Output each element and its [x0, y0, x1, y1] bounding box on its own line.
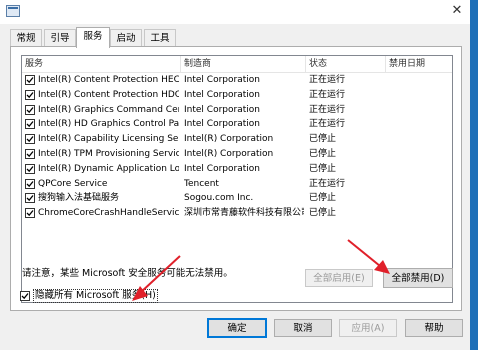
service-name: Intel(R) HD Graphics Control Pan... — [38, 119, 179, 130]
service-checkbox[interactable] — [25, 119, 35, 130]
service-manufacturer: Intel Corporation — [184, 75, 260, 85]
service-status: 已停止 — [309, 208, 337, 219]
service-disabled-date — [389, 206, 449, 221]
column-header-disabled-date[interactable]: 禁用日期 — [386, 56, 451, 72]
service-manufacturer: Intel Corporation — [184, 104, 260, 115]
service-checkbox[interactable] — [25, 163, 35, 174]
system-configuration-window: ✕ 常规 引导 服务 启动 工具 服务 制造商 状态 禁用日期 Intel(R)… — [0, 0, 471, 350]
hide-microsoft-services-checkbox[interactable] — [20, 291, 30, 301]
checkmark-icon — [26, 210, 34, 217]
checkmark-icon — [26, 106, 34, 113]
title-bar: ✕ — [0, 0, 470, 24]
service-manufacturer: Intel Corporation — [184, 119, 260, 130]
service-name: QPCore Service — [38, 178, 108, 189]
service-row[interactable]: Intel(R) Dynamic Application Loa... Intel… — [22, 162, 452, 177]
service-name: ChromeCoreCrashHandleService — [38, 208, 179, 219]
checkmark-icon — [26, 77, 34, 84]
service-name: Intel(R) Content Protection HDCP... — [38, 89, 179, 100]
app-icon — [6, 5, 20, 17]
service-manufacturer: Intel(R) Corporation — [184, 134, 274, 145]
service-name: Intel(R) Capability Licensing Servi... — [38, 134, 179, 145]
service-status: 正在运行 — [309, 178, 346, 189]
service-status: 已停止 — [309, 193, 337, 204]
enable-all-button[interactable]: 全部启用(E) — [305, 269, 373, 287]
tab-services[interactable]: 服务 — [76, 27, 110, 48]
column-header-status[interactable]: 状态 — [306, 56, 386, 72]
service-name: Intel(R) TPM Provisioning Service — [38, 149, 179, 159]
service-disabled-date — [389, 132, 449, 147]
service-checkbox[interactable] — [25, 193, 35, 204]
service-status: 正在运行 — [309, 104, 346, 115]
service-checkbox[interactable] — [25, 134, 35, 145]
service-checkbox[interactable] — [25, 89, 35, 100]
tab-general[interactable]: 常规 — [10, 29, 42, 47]
checkmark-icon — [26, 180, 34, 187]
checkmark-icon — [26, 91, 34, 98]
column-header-manufacturer[interactable]: 制造商 — [181, 56, 306, 72]
service-disabled-date — [389, 103, 449, 118]
desktop-background — [470, 0, 478, 350]
security-note: 请注意，某些 Microsoft 安全服务可能无法禁用。 — [22, 268, 233, 279]
service-checkbox[interactable] — [25, 208, 35, 219]
service-disabled-date — [389, 191, 449, 206]
service-row[interactable]: Intel(R) Content Protection HDCP... Intel… — [22, 88, 452, 103]
disable-all-button[interactable]: 全部禁用(D) — [383, 268, 453, 288]
service-status: 正在运行 — [309, 89, 346, 100]
close-icon: ✕ — [451, 3, 463, 18]
service-row[interactable]: Intel(R) HD Graphics Control Pan... Intel… — [22, 117, 452, 132]
ok-button[interactable]: 确定 — [207, 318, 267, 338]
service-manufacturer: Tencent — [184, 178, 219, 189]
service-disabled-date — [389, 162, 449, 177]
service-row[interactable]: 搜狗输入法基础服务 Sogou.com Inc. 已停止 — [22, 191, 452, 206]
hide-microsoft-services-label: 隐藏所有 Microsoft 服务(H) — [33, 289, 158, 303]
checkmark-icon — [21, 293, 29, 300]
service-status: 正在运行 — [309, 119, 346, 130]
help-button[interactable]: 帮助 — [405, 319, 463, 337]
checkmark-icon — [26, 151, 34, 158]
service-name: Intel(R) Dynamic Application Loa... — [38, 163, 179, 174]
tab-boot[interactable]: 引导 — [44, 29, 76, 47]
service-row[interactable]: Intel(R) Capability Licensing Servi... In… — [22, 132, 452, 147]
column-header-service[interactable]: 服务 — [22, 56, 181, 72]
service-row[interactable]: Intel(R) Content Protection HECI ... Inte… — [22, 73, 452, 88]
service-row[interactable]: Intel(R) TPM Provisioning Service Intel(R… — [22, 147, 452, 162]
apply-button[interactable]: 应用(A) — [339, 319, 397, 337]
service-status: 正在运行 — [309, 75, 346, 85]
cancel-button[interactable]: 取消 — [274, 319, 332, 337]
checkmark-icon — [26, 165, 34, 172]
service-disabled-date — [389, 117, 449, 132]
service-row[interactable]: QPCore Service Tencent 正在运行 — [22, 177, 452, 192]
tab-tools[interactable]: 工具 — [144, 29, 176, 47]
service-disabled-date — [389, 147, 449, 162]
service-checkbox[interactable] — [25, 75, 35, 85]
tab-startup[interactable]: 启动 — [110, 29, 142, 47]
service-checkbox[interactable] — [25, 149, 35, 159]
service-disabled-date — [389, 73, 449, 88]
service-manufacturer: Intel(R) Corporation — [184, 149, 274, 159]
service-disabled-date — [389, 88, 449, 103]
service-name: Intel(R) Graphics Command Cent... — [38, 104, 179, 115]
close-button[interactable]: ✕ — [444, 0, 470, 24]
service-disabled-date — [389, 177, 449, 192]
service-name: Intel(R) Content Protection HECI ... — [38, 75, 179, 85]
checkmark-icon — [26, 136, 34, 143]
service-row[interactable]: Intel(R) Graphics Command Cent... Intel C… — [22, 103, 452, 118]
list-header: 服务 制造商 状态 禁用日期 — [22, 56, 452, 73]
checkmark-icon — [26, 121, 34, 128]
checkmark-icon — [26, 195, 34, 202]
service-checkbox[interactable] — [25, 104, 35, 115]
service-status: 已停止 — [309, 149, 337, 159]
service-status: 已停止 — [309, 163, 337, 174]
service-name: 搜狗输入法基础服务 — [38, 193, 120, 204]
service-manufacturer: 深圳市常青藤软件科技有限公司 — [184, 208, 304, 219]
service-manufacturer: Intel Corporation — [184, 163, 260, 174]
service-manufacturer: Intel Corporation — [184, 89, 260, 100]
service-row[interactable]: ChromeCoreCrashHandleService 深圳市常青藤软件科技有限… — [22, 206, 452, 221]
service-status: 已停止 — [309, 134, 337, 145]
service-manufacturer: Sogou.com Inc. — [184, 193, 254, 204]
service-checkbox[interactable] — [25, 178, 35, 189]
